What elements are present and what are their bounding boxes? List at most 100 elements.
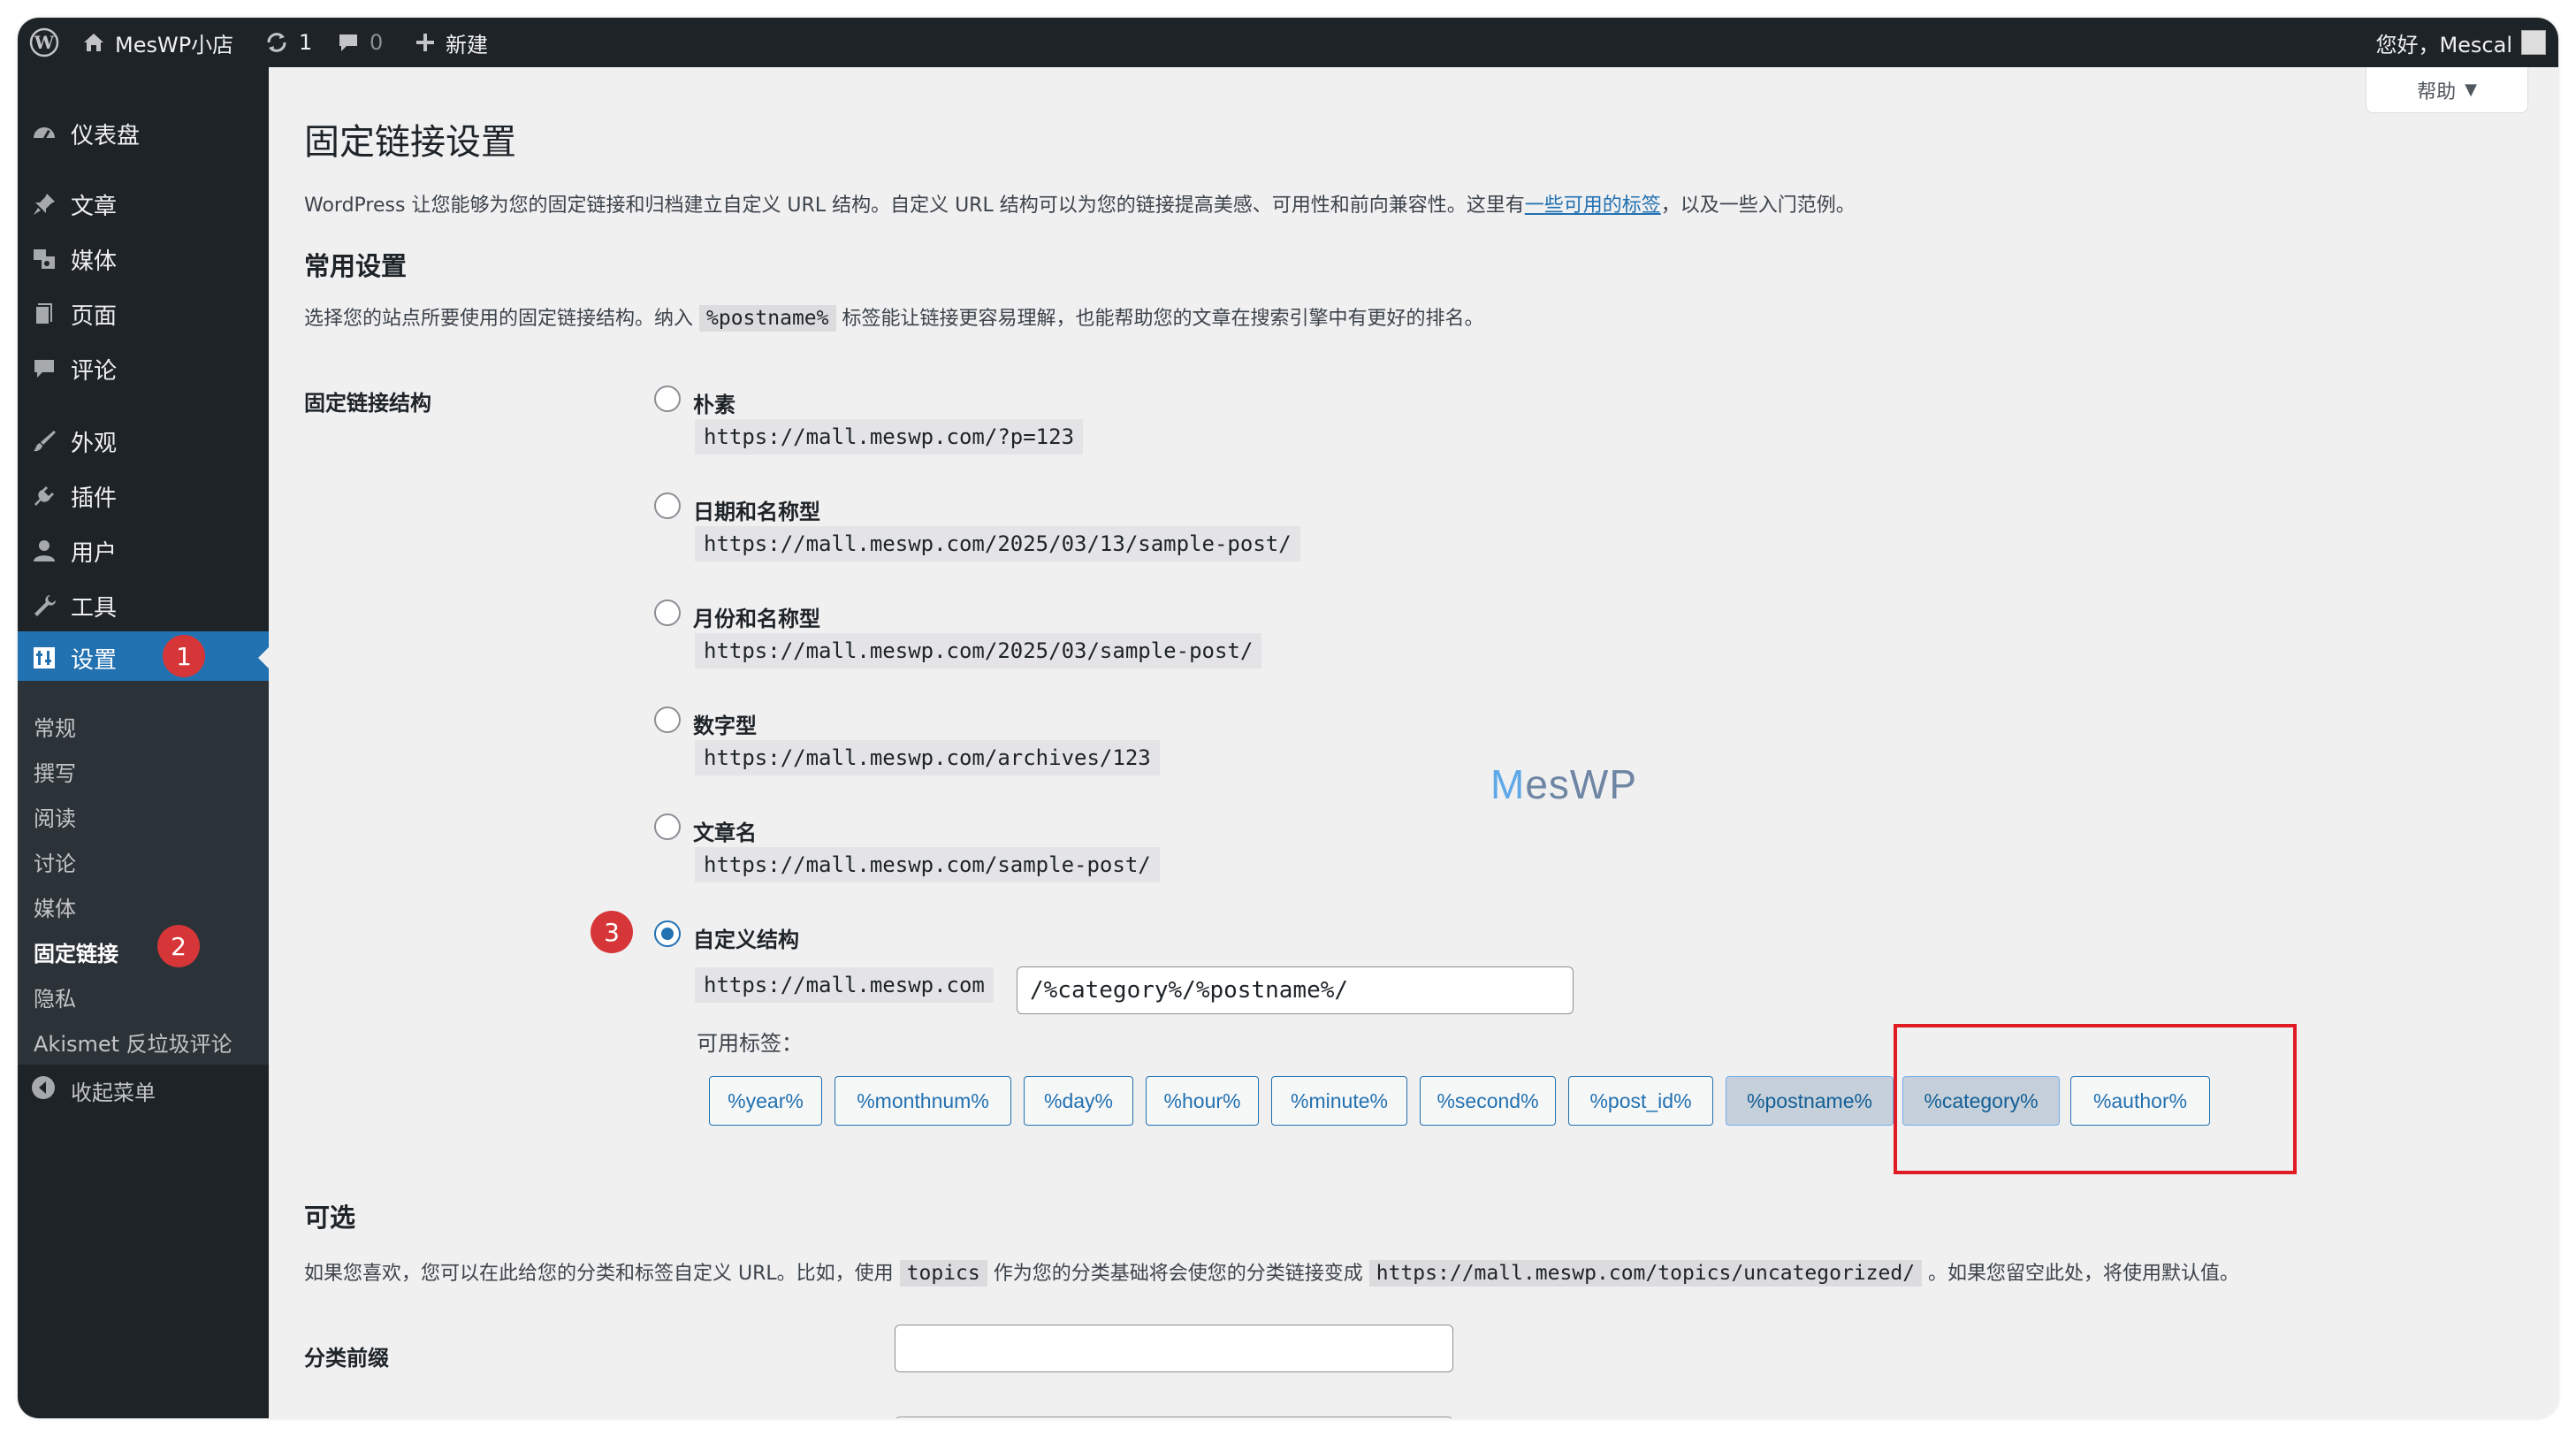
common-settings-heading: 常用设置 — [304, 251, 408, 281]
submenu-item-akismet[interactable]: Akismet 反垃圾评论 — [34, 1027, 232, 1058]
submenu-item-privacy[interactable]: 隐私 — [34, 982, 76, 1012]
collapse-menu-button[interactable]: 收起菜单 — [18, 1068, 269, 1112]
radio-numeric[interactable] — [654, 707, 681, 733]
tag-base-input[interactable] — [895, 1417, 1453, 1418]
tag-button-year[interactable]: %year% — [709, 1076, 822, 1126]
tag-button-minute[interactable]: %minute% — [1271, 1076, 1407, 1126]
menu-item-tools[interactable]: 工具 — [18, 584, 269, 628]
menu-item-settings[interactable]: 设置 1 — [18, 631, 269, 684]
menu-item-posts[interactable]: 文章 — [18, 182, 269, 226]
available-tags-label: 可用标签： — [697, 1031, 803, 1056]
intro-suffix: ，以及一些入门范例。 — [1660, 195, 1856, 217]
settings-submenu: 常规 撰写 阅读 讨论 媒体 固定链接 2 隐私 Akismet 反垃圾评论 — [18, 681, 269, 1065]
my-account-link[interactable]: 您好，Mescal — [2375, 18, 2546, 67]
radio-day-name[interactable] — [654, 493, 681, 519]
base-url-code: https://mall.meswp.com — [695, 967, 994, 1003]
intro-prefix: WordPress 让您能够为您的固定链接和归档建立自定义 URL 结构。自定义… — [304, 195, 1525, 217]
category-base-input[interactable] — [895, 1325, 1453, 1372]
menu-item-comments[interactable]: 评论 — [18, 347, 269, 391]
browser-window: W MesWP小店 1 0 新建 您好，Mescal 仪表盘 文章 媒体 页面 … — [18, 18, 2558, 1418]
updates-count: 1 — [299, 30, 313, 55]
menu-item-plugins[interactable]: 插件 — [18, 474, 269, 518]
menu-item-users[interactable]: 用户 — [18, 529, 269, 573]
option-numeric-label[interactable]: 数字型 — [693, 708, 757, 739]
option-month-name-label[interactable]: 月份和名称型 — [693, 601, 820, 632]
menu-item-pages[interactable]: 页面 — [18, 292, 269, 336]
collapse-arrow-icon — [30, 1074, 57, 1106]
page-icon — [28, 298, 60, 330]
category-base-label: 分类前缀 — [304, 1346, 389, 1371]
watermark-eswp: esWP — [1525, 761, 1638, 807]
optional-heading: 可选 — [304, 1203, 356, 1233]
pin-icon — [28, 188, 60, 220]
updates-icon — [263, 29, 290, 56]
comment-icon — [28, 353, 60, 385]
option-post-name-example: https://mall.meswp.com/sample-post/ — [695, 847, 1160, 882]
home-icon — [81, 30, 106, 55]
menu-item-media[interactable]: 媒体 — [18, 237, 269, 281]
example-url-code: https://mall.meswp.com/topics/uncategori… — [1368, 1260, 1923, 1287]
submenu-item-reading[interactable]: 阅读 — [34, 801, 76, 832]
tag-button-monthnum[interactable]: %monthnum% — [835, 1076, 1011, 1126]
option-post-name-label[interactable]: 文章名 — [693, 815, 757, 846]
user-icon — [28, 535, 60, 567]
example-code: https://mall.meswp.com/?p=123 — [695, 419, 1084, 454]
optional-desc-prefix: 如果您喜欢，您可以在此给您的分类和标签自定义 URL。比如，使用 — [304, 1263, 894, 1285]
radio-plain[interactable] — [654, 386, 681, 412]
help-tab-button[interactable]: 帮助 ▼ — [2366, 67, 2528, 113]
watermark-m: M — [1490, 761, 1526, 807]
comments-count: 0 — [370, 30, 384, 55]
option-day-name-label[interactable]: 日期和名称型 — [693, 494, 820, 525]
menu-item-dashboard[interactable]: 仪表盘 — [18, 111, 269, 156]
comment-bubble-icon — [336, 30, 361, 55]
site-name-link[interactable]: MesWP小店 — [81, 18, 233, 67]
custom-base-url: https://mall.meswp.com — [695, 967, 994, 1003]
radio-custom[interactable] — [654, 920, 681, 947]
option-custom-label[interactable]: 自定义结构 — [693, 922, 799, 953]
avatar — [2521, 30, 2546, 55]
comments-link[interactable]: 0 — [336, 18, 383, 67]
radio-post-name[interactable] — [654, 813, 681, 840]
tag-button-hour[interactable]: %hour% — [1146, 1076, 1259, 1126]
tag-button-postname[interactable]: %postname% — [1726, 1076, 1894, 1126]
submenu-item-media[interactable]: 媒体 — [34, 891, 76, 922]
wordpress-logo-icon[interactable]: W — [27, 18, 62, 67]
meswp-watermark: MesWP — [1490, 760, 1637, 808]
dashboard-icon — [28, 118, 60, 149]
option-plain-label[interactable]: 朴素 — [693, 387, 735, 418]
common-settings-description: 选择您的站点所要使用的固定链接结构。纳入 %postname% 标签能让链接更容… — [304, 302, 1484, 332]
settings-icon — [28, 642, 60, 674]
radio-month-name[interactable] — [654, 600, 681, 626]
menu-item-appearance[interactable]: 外观 — [18, 419, 269, 463]
option-numeric-example: https://mall.meswp.com/archives/123 — [695, 740, 1160, 775]
optional-desc-middle: 作为您的分类基础将会使您的分类链接变成 — [993, 1263, 1363, 1285]
option-day-name-example: https://mall.meswp.com/2025/03/13/sample… — [695, 526, 1300, 561]
intro-text: WordPress 让您能够为您的固定链接和归档建立自定义 URL 结构。自定义… — [304, 189, 1856, 218]
media-icon — [28, 243, 60, 275]
plugin-icon — [28, 480, 60, 512]
tag-button-day[interactable]: %day% — [1024, 1076, 1133, 1126]
greeting: 您好，Mescal — [2375, 32, 2512, 57]
available-tags-link[interactable]: 一些可用的标签 — [1525, 195, 1661, 217]
example-code: https://mall.meswp.com/sample-post/ — [695, 847, 1160, 882]
example-code: https://mall.meswp.com/archives/123 — [695, 740, 1160, 775]
submenu-item-discussion[interactable]: 讨论 — [34, 846, 76, 877]
site-name: MesWP小店 — [115, 32, 234, 57]
submenu-item-general[interactable]: 常规 — [34, 711, 76, 742]
example-code: https://mall.meswp.com/2025/03/sample-po… — [695, 633, 1262, 668]
common-desc-suffix: 标签能让链接更容易理解，也能帮助您的文章在搜索引擎中有更好的排名。 — [842, 308, 1484, 330]
topics-code: topics — [899, 1260, 987, 1287]
tag-button-post-id[interactable]: %post_id% — [1568, 1076, 1713, 1126]
option-month-name-example: https://mall.meswp.com/2025/03/sample-po… — [695, 633, 1262, 668]
tag-button-second[interactable]: %second% — [1420, 1076, 1556, 1126]
updates-link[interactable]: 1 — [263, 18, 312, 67]
permalink-structure-label: 固定链接结构 — [304, 391, 431, 416]
submenu-item-writing[interactable]: 撰写 — [34, 756, 76, 787]
optional-description: 如果您喜欢，您可以在此给您的分类和标签自定义 URL。比如，使用 topics … — [304, 1257, 2239, 1287]
brush-icon — [28, 425, 60, 457]
new-content-link[interactable]: 新建 — [414, 18, 488, 67]
submenu-item-permalinks[interactable]: 固定链接 — [34, 936, 118, 967]
custom-structure-input[interactable] — [1017, 966, 1574, 1014]
triangle-down-icon: ▼ — [2465, 80, 2477, 99]
example-code: https://mall.meswp.com/2025/03/13/sample… — [695, 526, 1300, 561]
